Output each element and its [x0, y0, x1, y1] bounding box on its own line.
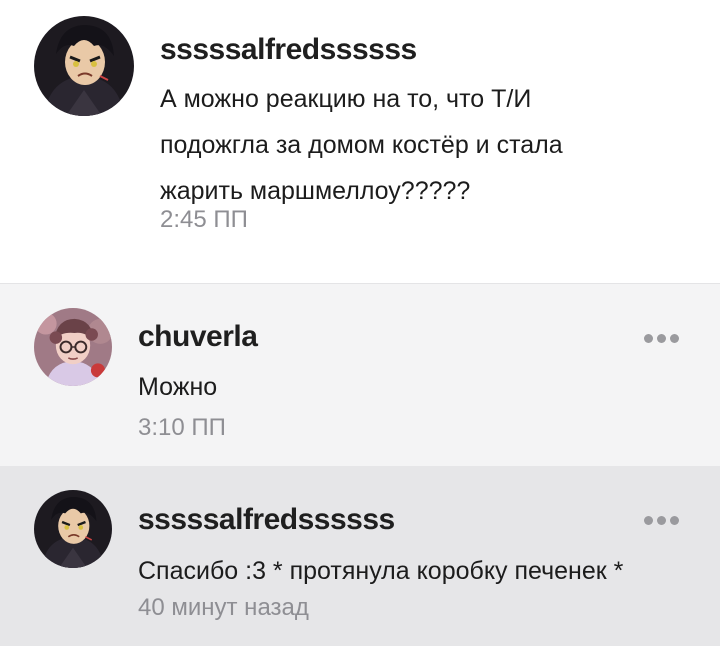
comment-text-line: Можно: [138, 373, 218, 401]
username[interactable]: chuverla: [138, 320, 258, 354]
more-options-icon: [657, 334, 666, 343]
timestamp: 40 минут назад: [138, 594, 309, 621]
more-options-button[interactable]: [640, 328, 683, 349]
comment-text-line: А можно реакцию на то, что Т/И: [160, 85, 532, 113]
comment-text-line: Спасибо :3 * протянула коробку печенек *: [138, 557, 624, 585]
more-options-icon: [644, 516, 653, 525]
username[interactable]: sssssalfredssssss: [138, 503, 395, 537]
more-options-button[interactable]: [640, 510, 683, 531]
avatar[interactable]: [34, 16, 134, 116]
more-options-icon: [670, 516, 679, 525]
dark-haired-character-avatar-icon: [34, 490, 112, 568]
comment-item: chuverla Можно 3:10 ПП: [0, 283, 720, 467]
more-options-icon: [657, 516, 666, 525]
comment-item: sssssalfredssssss Спасибо :3 * протянула…: [0, 466, 720, 646]
timestamp: 2:45 ПП: [160, 206, 248, 233]
comment-text-line: подожгла за домом костёр и стала: [160, 131, 563, 159]
username[interactable]: sssssalfredssssss: [160, 33, 417, 67]
comment-text: Спасибо :3 * протянула коробку печенек *: [138, 548, 623, 594]
comment-separator: [0, 263, 720, 283]
comment-text: Можно: [138, 364, 217, 410]
dark-haired-character-avatar-icon: [34, 16, 134, 116]
timestamp: 3:10 ПП: [138, 414, 226, 441]
more-options-icon: [644, 334, 653, 343]
comment-text: А можно реакцию на то, что Т/И подожгла …: [160, 76, 563, 214]
avatar[interactable]: [34, 308, 112, 386]
more-options-icon: [670, 334, 679, 343]
comment-item: sssssalfredssssss А можно реакцию на то,…: [0, 0, 720, 263]
avatar[interactable]: [34, 490, 112, 568]
pink-character-avatar-icon: [34, 308, 112, 386]
